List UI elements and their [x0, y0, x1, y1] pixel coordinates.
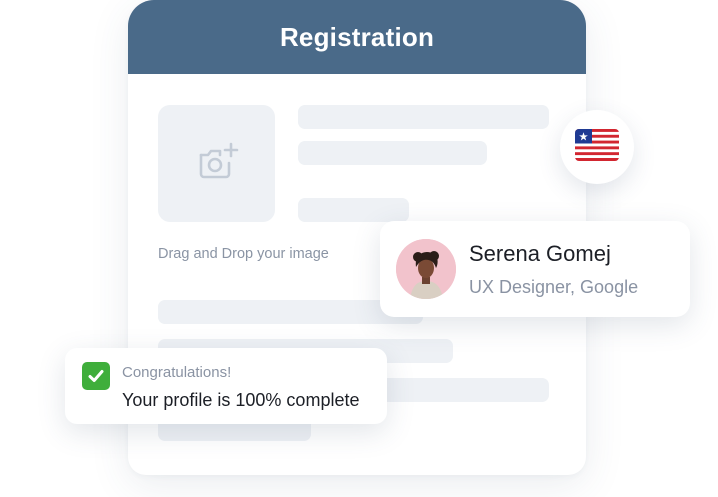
congratulations-toast: Congratulations! Your profile is 100% co…: [65, 348, 387, 424]
liberia-flag-icon: [575, 128, 619, 166]
registration-illustration: Registration Drag and Drop your image Se…: [0, 0, 718, 497]
card-title: Registration: [279, 21, 435, 52]
card-header: Registration: [128, 0, 586, 74]
placeholder-line: [298, 141, 487, 165]
camera-plus-icon: [195, 141, 239, 186]
placeholder-line: [298, 198, 409, 222]
profile-card: Serena Gomej UX Designer, Google: [380, 221, 690, 317]
congrats-title: Congratulations!: [122, 364, 232, 381]
profile-name: Serena Gomej: [469, 241, 611, 266]
avatar: [396, 239, 456, 299]
check-mark-icon: [82, 362, 110, 390]
placeholder-line: [298, 105, 549, 129]
congrats-message: Your profile is 100% complete: [122, 390, 360, 410]
country-flag-badge: [560, 110, 634, 184]
drag-drop-label: Drag and Drop your image: [158, 246, 329, 262]
profile-role: UX Designer, Google: [469, 277, 639, 297]
image-upload-box[interactable]: [158, 105, 275, 222]
